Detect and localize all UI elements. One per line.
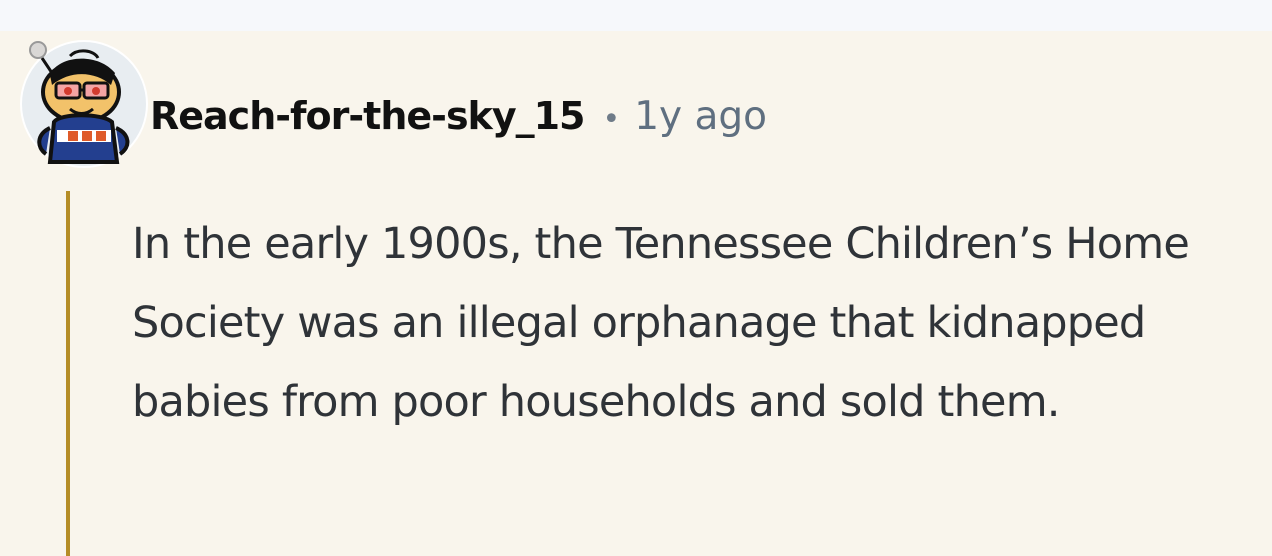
comment-header: Reach-for-the-sky_15 • 1y ago: [150, 94, 767, 140]
thread-line[interactable]: [66, 191, 70, 556]
snoo-avatar-icon[interactable]: [20, 40, 148, 168]
comment-timestamp[interactable]: 1y ago: [634, 94, 767, 139]
author-link[interactable]: Reach-for-the-sky_15: [150, 94, 585, 138]
comment-body: In the early 1900s, the Tennessee Childr…: [132, 219, 1190, 427]
meta-separator: •: [602, 102, 621, 137]
